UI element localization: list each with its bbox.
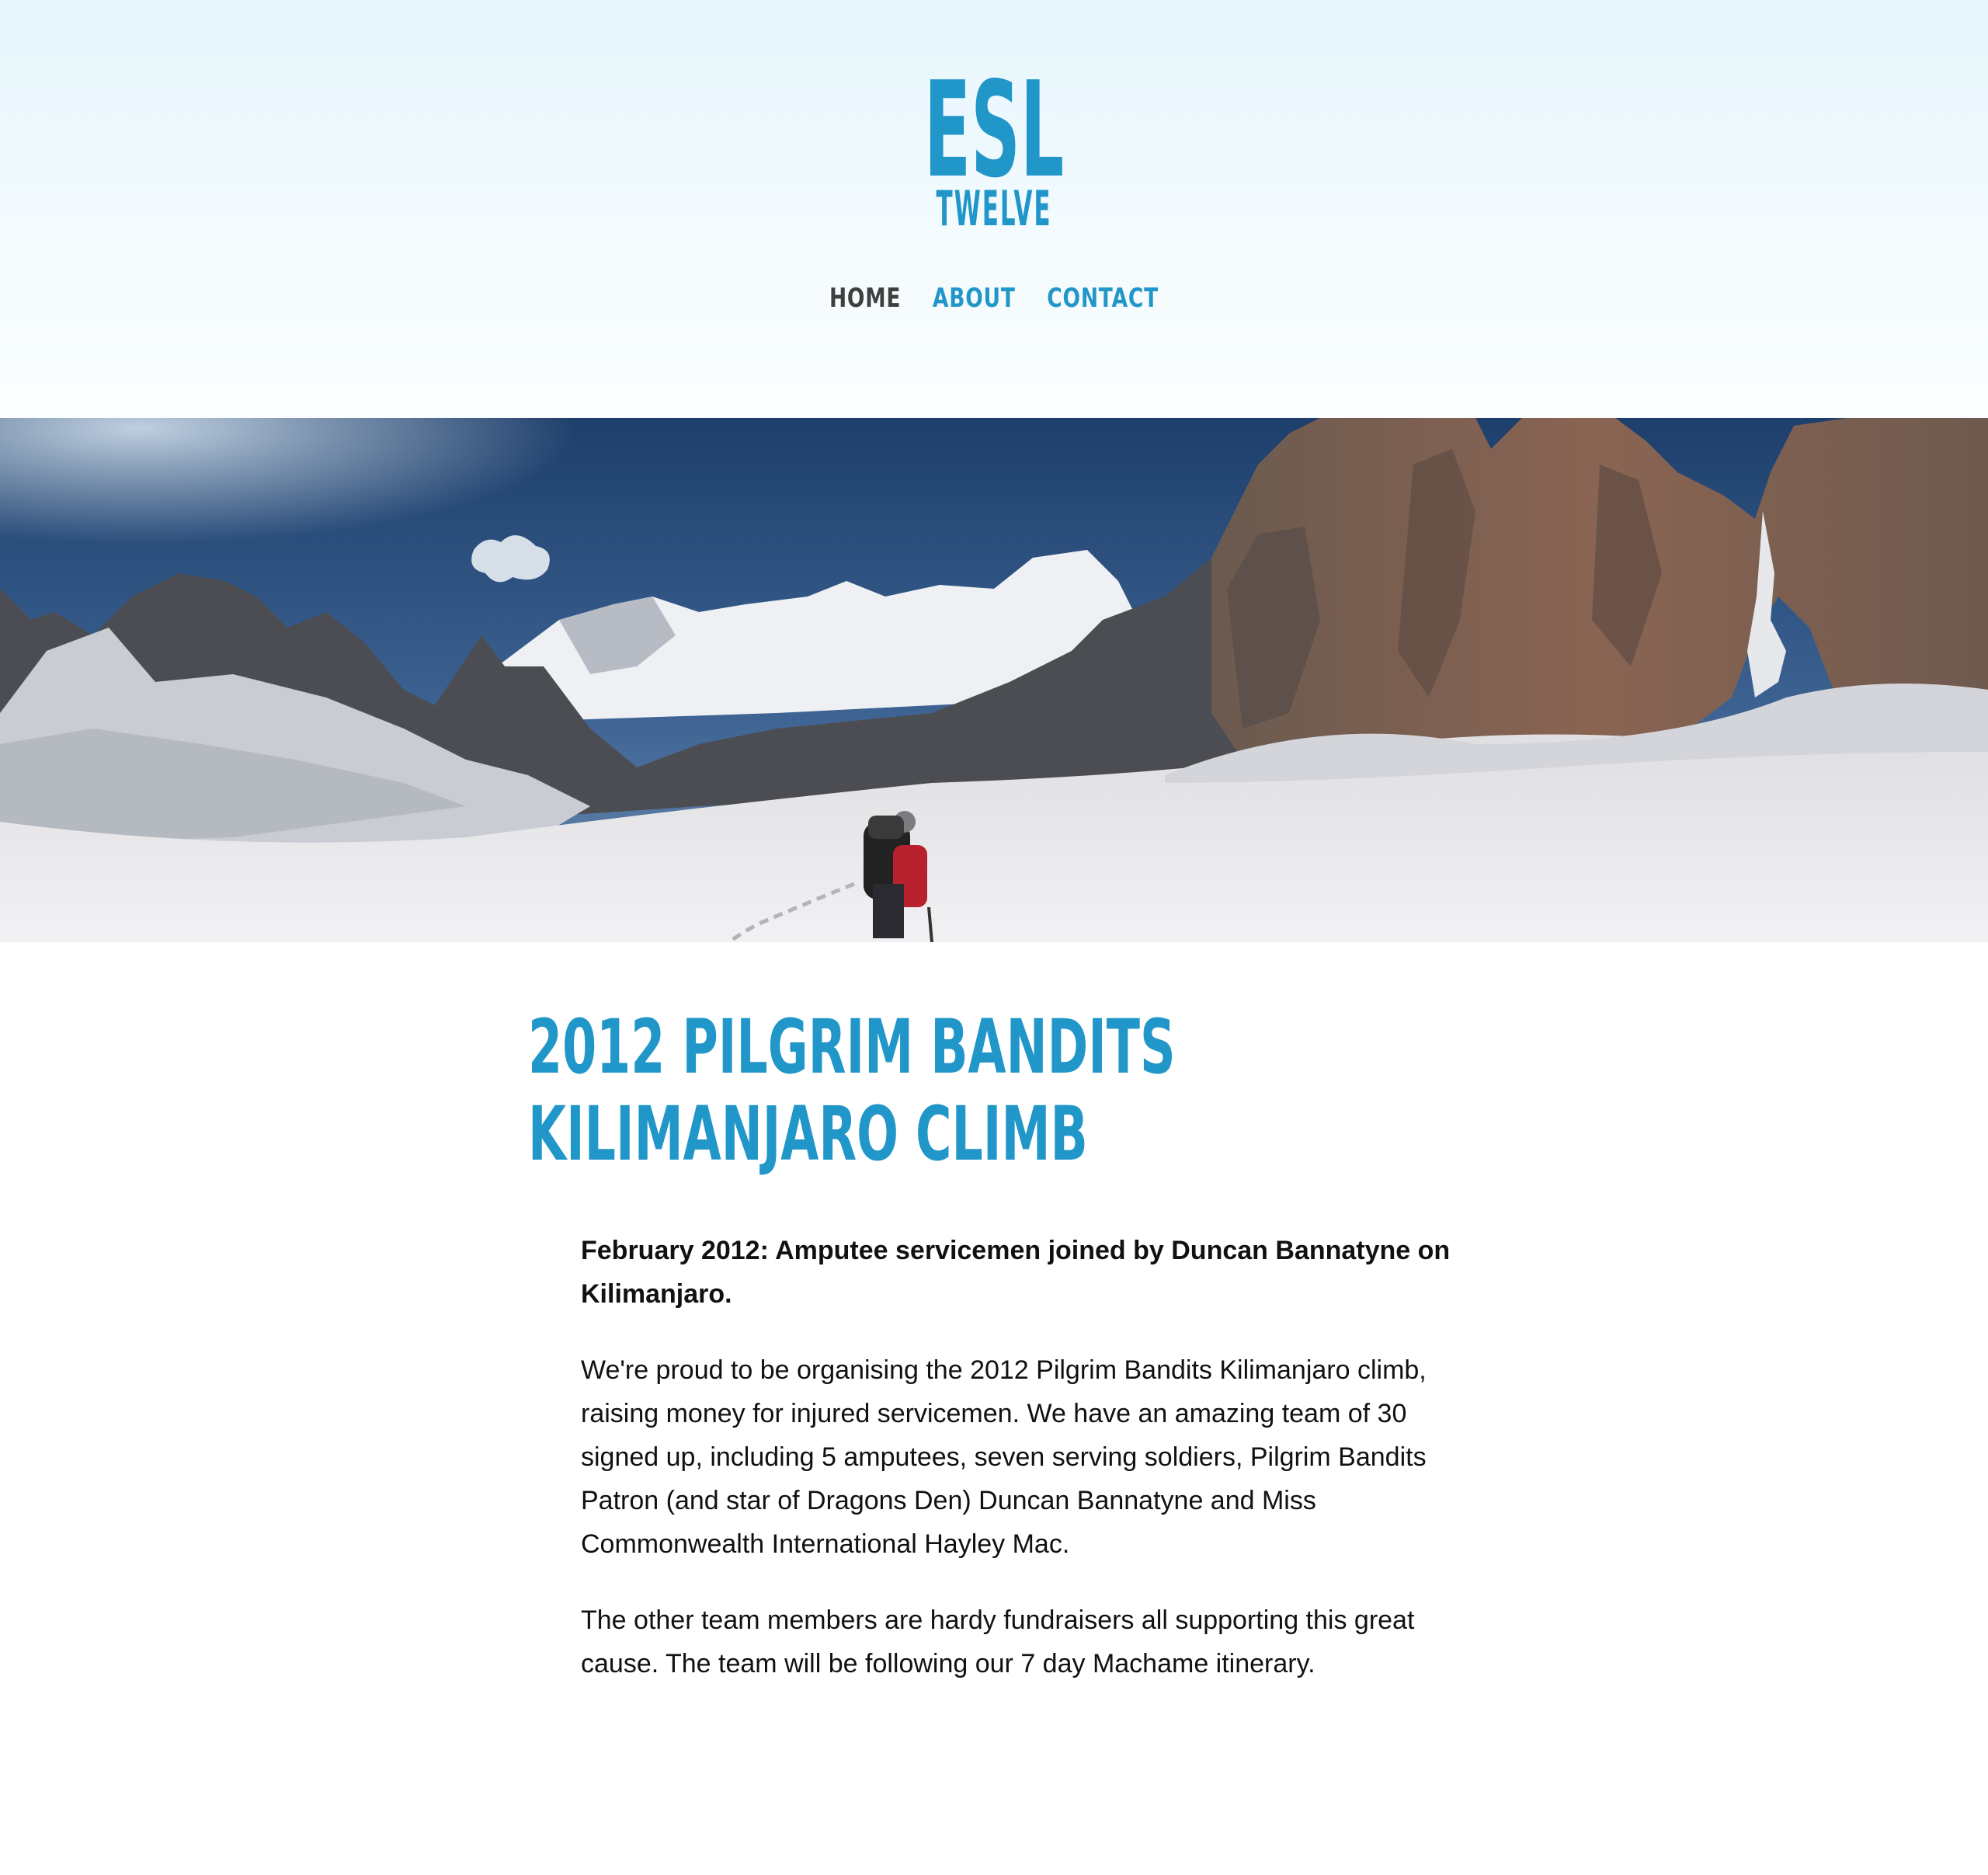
logo-esl: ESL xyxy=(924,76,1064,180)
page-title-line1: 2012 PILGRIM BANDITS xyxy=(528,1004,1176,1091)
article-paragraph-2: The other team members are hardy fundrai… xyxy=(581,1605,1415,1678)
page-title-line2: KILIMANJARO CLIMB xyxy=(528,1091,1088,1178)
page-title: 2012 PILGRIM BANDITS KILIMANJARO CLIMB xyxy=(528,1004,1176,1178)
nav-home[interactable]: HOME xyxy=(829,283,901,322)
article-body: February 2012: Amputee servicemen joined… xyxy=(581,1229,1474,1718)
site-header: ESL TWELVE HOME ABOUT CONTACT xyxy=(0,0,1988,418)
svg-text:TWELVE: TWELVE xyxy=(936,185,1051,228)
article-paragraph-1: We're proud to be organising the 2012 Pi… xyxy=(581,1355,1427,1559)
mountain-panorama-image xyxy=(0,418,1988,942)
logo-twelve: TWELVE xyxy=(936,185,1051,228)
hero-banner xyxy=(0,418,1988,942)
nav-about[interactable]: ABOUT xyxy=(933,283,1016,322)
main-nav: HOME ABOUT CONTACT xyxy=(219,283,1770,322)
nav-contact[interactable]: CONTACT xyxy=(1047,283,1159,322)
svg-text:ESL: ESL xyxy=(924,76,1064,180)
article-lead: February 2012: Amputee servicemen joined… xyxy=(581,1236,1451,1309)
